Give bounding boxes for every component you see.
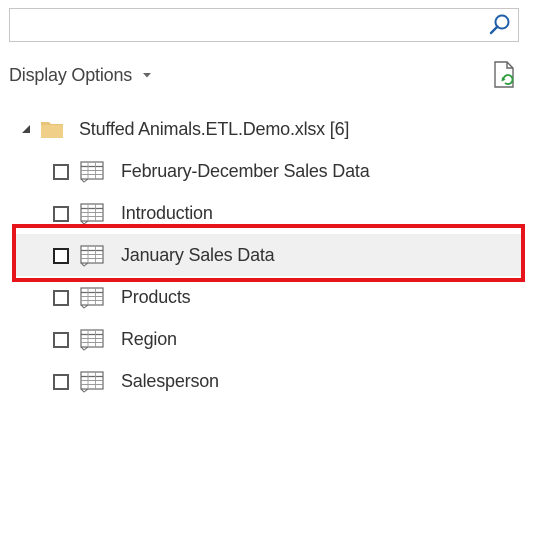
folder-icon [41,122,63,138]
table-icon [80,203,104,225]
item-checkbox[interactable] [53,332,69,348]
item-label: Region [121,329,177,349]
search-input[interactable] [10,9,480,41]
item-checkbox[interactable] [53,248,69,264]
table-icon [80,245,104,267]
tree-item-february-december-sales-data[interactable]: February-December Sales Data [12,150,525,192]
tree-item-introduction[interactable]: Introduction [12,192,525,234]
item-checkbox[interactable] [53,374,69,390]
table-icon [80,371,104,393]
item-checkbox[interactable] [53,206,69,222]
tree-root-workbook[interactable]: Stuffed Animals.ETL.Demo.xlsx [6] [0,108,534,150]
item-checkbox[interactable] [53,290,69,306]
item-checkbox[interactable] [53,164,69,180]
item-label: February-December Sales Data [121,161,370,181]
tree-item-salesperson[interactable]: Salesperson [12,360,525,402]
tree-item-region[interactable]: Region [12,318,525,360]
search-box [9,8,519,42]
table-icon [80,287,104,309]
item-label: Salesperson [121,371,219,391]
tree-item-products[interactable]: Products [12,276,525,318]
table-icon [80,329,104,351]
table-icon [80,161,104,183]
refresh-file-icon[interactable] [490,60,518,90]
workbook-label: Stuffed Animals.ETL.Demo.xlsx [6] [79,119,350,139]
navigator-pane: Display Options Stuffed Animals.ETL.Demo… [0,0,534,539]
display-options-dropdown[interactable]: Display Options [9,62,152,88]
search-icon[interactable] [488,13,512,37]
display-options-label: Display Options [9,64,133,85]
expand-collapse-icon[interactable] [21,124,31,134]
chevron-down-icon [143,73,152,78]
item-label: Introduction [121,203,213,223]
item-label: Products [121,287,191,307]
item-label: January Sales Data [121,245,275,265]
tree-item-january-sales-data[interactable]: January Sales Data [12,234,525,276]
